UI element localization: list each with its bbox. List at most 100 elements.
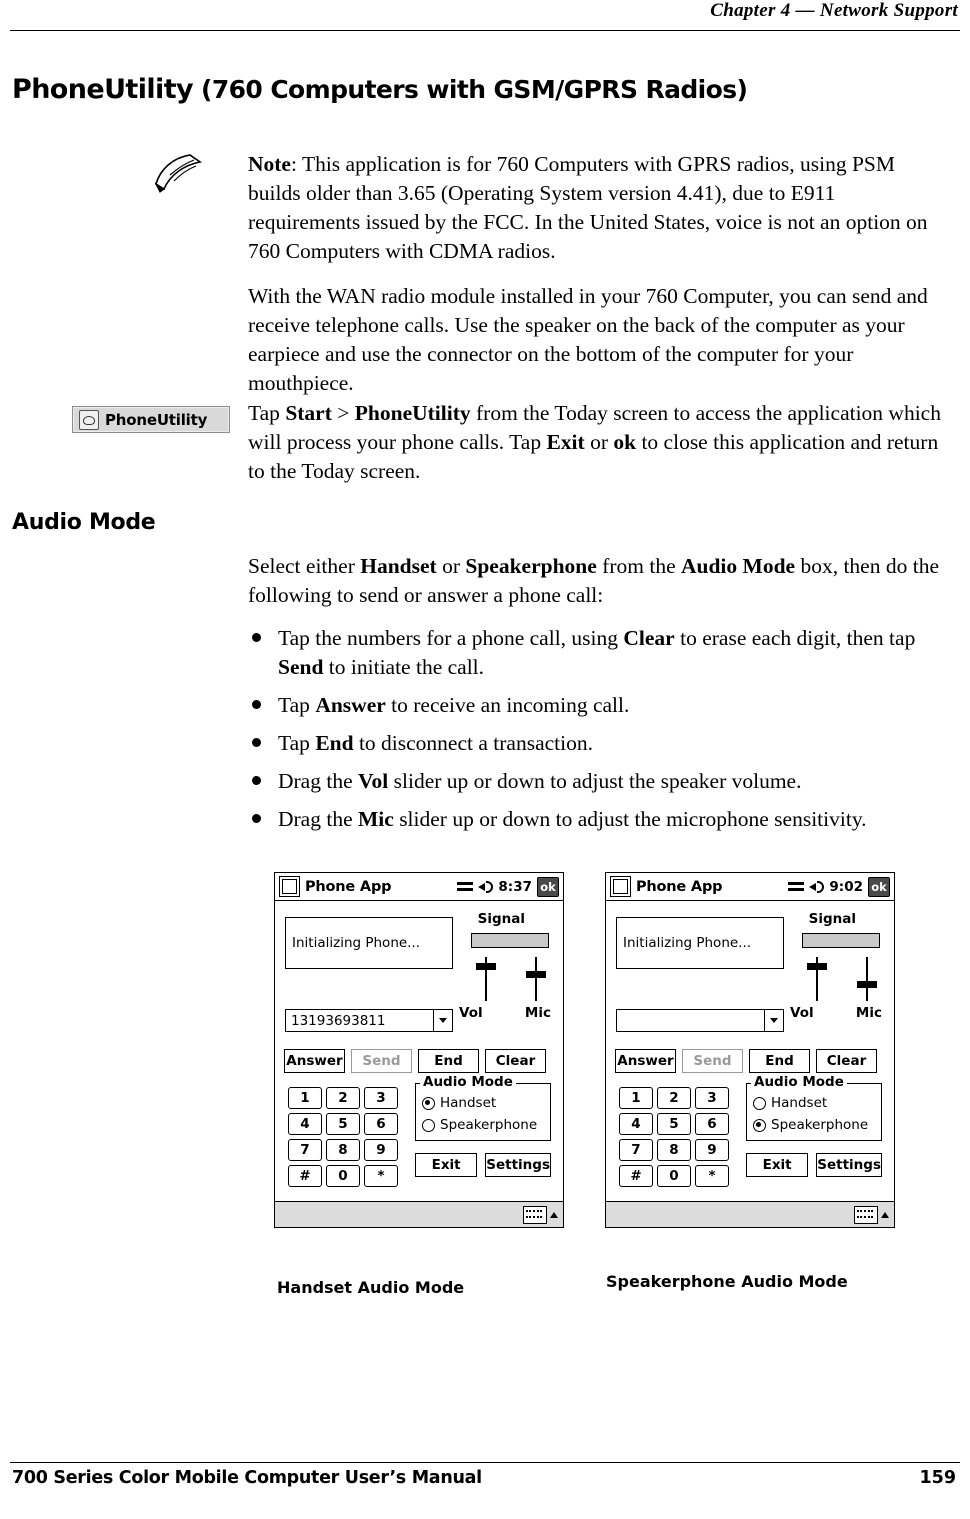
key-2[interactable]: 2 [657,1087,691,1109]
bullet-1-b1: Answer [315,693,386,717]
paragraph-select-mode: Select either Handset or Speakerphone fr… [248,552,958,610]
tap-start-b3: Exit [546,430,585,454]
vol-label: Vol [459,1005,483,1021]
vol-slider[interactable] [476,957,496,1001]
radio-speakerphone[interactable]: Speakerphone [747,1114,881,1136]
key-3[interactable]: 3 [364,1087,398,1109]
bullet-4-b1: Mic [358,807,394,831]
key-6[interactable]: 6 [695,1113,729,1135]
mic-slider[interactable] [857,957,877,1001]
exit-button[interactable]: Exit [415,1153,478,1177]
key-hash[interactable]: # [288,1165,322,1187]
bullet-4-end: slider up or down to adjust the micropho… [393,807,867,831]
radio-handset[interactable]: Handset [747,1092,881,1114]
keypad: 1 2 3 4 5 6 7 8 9 # 0 * [288,1087,400,1187]
key-star[interactable]: * [364,1165,398,1187]
volume-icon[interactable] [809,880,825,894]
clear-button[interactable]: Clear [485,1049,546,1073]
ok-button[interactable]: ok [868,876,890,897]
key-5[interactable]: 5 [657,1113,691,1135]
intro-mid1: or [436,554,466,578]
vol-slider-knob[interactable] [476,963,496,970]
end-button[interactable]: End [418,1049,479,1073]
answer-button[interactable]: Answer [615,1049,676,1073]
key-1[interactable]: 1 [619,1087,653,1109]
answer-button[interactable]: Answer [284,1049,345,1073]
connectivity-icon[interactable] [457,880,474,893]
page-title: PhoneUtility (760 Computers with GSM/GPRS… [12,74,748,105]
phone-number-combobox[interactable]: 13193693811 [285,1009,453,1032]
input-panel-chevron-icon[interactable] [881,1211,889,1218]
keyboard-icon[interactable] [523,1205,547,1224]
radio-handset-label: Handset [771,1095,828,1111]
send-button[interactable]: Send [682,1049,743,1073]
key-3[interactable]: 3 [695,1087,729,1109]
list-item: Drag the Mic slider up or down to adjust… [248,805,958,834]
send-button[interactable]: Send [351,1049,412,1073]
key-6[interactable]: 6 [364,1113,398,1135]
radio-handset[interactable]: Handset [416,1092,550,1114]
exit-button[interactable]: Exit [746,1153,809,1177]
bullet-list: Tap the numbers for a phone call, using … [248,624,958,843]
key-8[interactable]: 8 [326,1139,360,1161]
bullet-2-end: to disconnect a transaction. [353,731,593,755]
signal-label: Signal [808,911,856,927]
phone-number-combobox[interactable] [616,1009,784,1032]
radio-speakerphone[interactable]: Speakerphone [416,1114,550,1136]
radio-speakerphone-icon[interactable] [422,1118,435,1132]
mic-slider[interactable] [526,957,546,1001]
key-0[interactable]: 0 [326,1165,360,1187]
app-icon [279,876,300,897]
app-screen: Initializing Phone... Signal Vol Mic Ans… [606,901,894,1201]
radio-speakerphone-icon[interactable] [753,1118,766,1132]
intro-pre: Select either [248,554,361,578]
phone-number-value: 13193693811 [291,1012,386,1029]
mic-slider-knob[interactable] [857,981,877,988]
bullet-3-b1: Vol [358,769,389,793]
radio-handset-icon[interactable] [753,1096,766,1110]
list-item: Tap Answer to receive an incoming call. [248,691,958,720]
settings-button[interactable]: Settings [816,1153,882,1177]
keypad: 1 2 3 4 5 6 7 8 9 # 0 * [619,1087,731,1187]
footer-manual-title: 700 Series Color Mobile Computer User’s … [12,1468,482,1488]
tap-start-pre: Tap [248,401,286,425]
taskbar [275,1201,563,1227]
bullet-1-end: to receive an incoming call. [385,693,630,717]
key-4[interactable]: 4 [288,1113,322,1135]
key-star[interactable]: * [695,1165,729,1187]
key-2[interactable]: 2 [326,1087,360,1109]
intro-b2: Speakerphone [465,554,597,578]
key-9[interactable]: 9 [695,1139,729,1161]
radio-handset-icon[interactable] [422,1096,435,1110]
bullet-dot-icon [252,700,261,709]
key-8[interactable]: 8 [657,1139,691,1161]
key-4[interactable]: 4 [619,1113,653,1135]
settings-button[interactable]: Settings [485,1153,551,1177]
note-label: Note [248,152,291,176]
key-1[interactable]: 1 [288,1087,322,1109]
input-panel-chevron-icon[interactable] [550,1211,558,1218]
ok-button[interactable]: ok [537,876,559,897]
key-hash[interactable]: # [619,1165,653,1187]
header-divider [10,30,960,31]
key-5[interactable]: 5 [326,1113,360,1135]
end-button[interactable]: End [749,1049,810,1073]
app-screen: Initializing Phone... Signal Vol Mic 131… [275,901,563,1201]
clear-button[interactable]: Clear [816,1049,877,1073]
connectivity-icon[interactable] [788,880,805,893]
vol-slider[interactable] [807,957,827,1001]
key-7[interactable]: 7 [619,1139,653,1161]
chevron-down-icon[interactable] [764,1010,783,1031]
vol-slider-knob[interactable] [807,963,827,970]
key-0[interactable]: 0 [657,1165,691,1187]
bullet-4-pre: Drag the [278,807,358,831]
mic-slider-knob[interactable] [526,971,546,978]
keyboard-icon[interactable] [854,1205,878,1224]
bullet-0-end: to initiate the call. [323,655,485,679]
key-9[interactable]: 9 [364,1139,398,1161]
volume-icon[interactable] [478,880,494,894]
bullet-0-mid: to erase each digit, then tap [674,626,916,650]
chevron-down-icon[interactable] [433,1010,452,1031]
bottom-buttons: Exit Settings [415,1153,551,1177]
key-7[interactable]: 7 [288,1139,322,1161]
